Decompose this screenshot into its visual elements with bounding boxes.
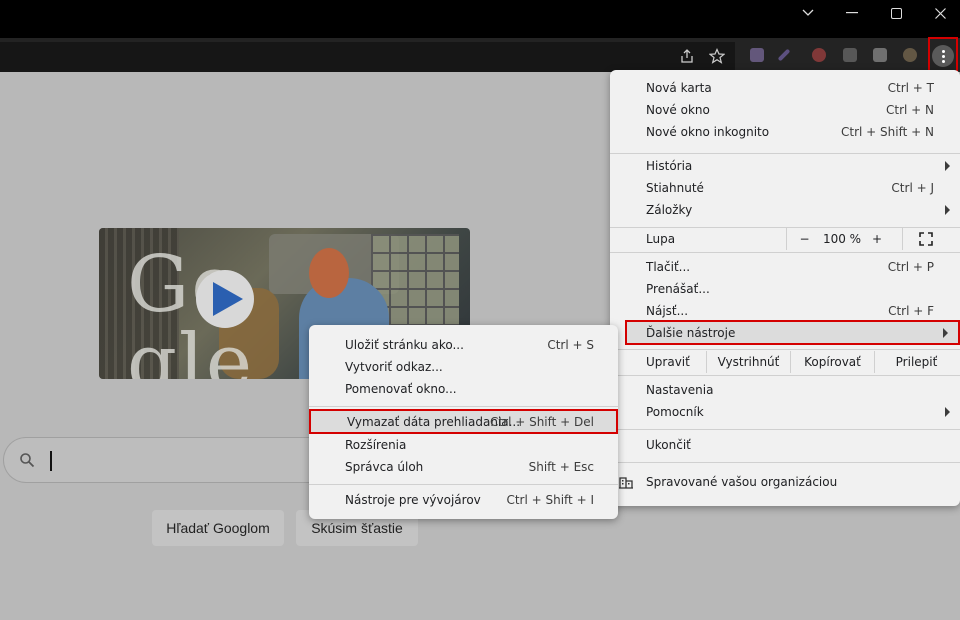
submenu-arrow-icon (943, 328, 948, 338)
extension-icon[interactable] (812, 48, 826, 62)
menu-item-exit[interactable]: Ukončiť (610, 434, 960, 456)
star-icon (709, 48, 725, 64)
extension-icon[interactable] (843, 48, 857, 62)
menu-item-history[interactable]: História (610, 155, 960, 177)
play-button[interactable] (196, 270, 254, 328)
menu-item-print[interactable]: Tlačiť... Ctrl + P (610, 256, 960, 278)
restore-button[interactable] (830, 0, 874, 26)
fullscreen-button[interactable] (902, 228, 948, 250)
menu-item-clear-browsing-data[interactable]: Vymazať dáta prehliadania... Ctrl + Shif… (309, 409, 618, 434)
menu-divider (610, 252, 960, 253)
title-bar (0, 0, 960, 38)
chrome-main-menu: Nová karta Ctrl + T Nové okno Ctrl + N N… (610, 70, 960, 506)
play-icon (213, 282, 243, 316)
edit-label: Upraviť (646, 355, 690, 369)
menu-divider (610, 462, 960, 463)
zoom-label: Lupa (646, 232, 676, 246)
menu-divider (309, 406, 618, 407)
menu-item-task-manager[interactable]: Správca úloh Shift + Esc (309, 456, 618, 478)
browser-toolbar (0, 38, 960, 72)
more-tools-submenu: Uložiť stránku ako... Ctrl + S Vytvoriť … (309, 325, 618, 519)
menu-item-extensions[interactable]: Rozšírenia (309, 434, 618, 456)
bookmark-button[interactable] (707, 46, 727, 66)
close-icon (934, 7, 946, 19)
minimize-button[interactable] (786, 0, 830, 26)
menu-item-find[interactable]: Nájsť... Ctrl + F (610, 300, 960, 322)
chevron-down-icon (802, 9, 814, 16)
menu-item-dev-tools[interactable]: Nástroje pre vývojárov Ctrl + Shift + I (309, 489, 618, 511)
search-input[interactable] (3, 437, 323, 483)
cut-button[interactable]: Vystrihnúť (706, 351, 790, 373)
extension-icon[interactable] (777, 48, 791, 62)
maximize-button[interactable] (874, 0, 918, 26)
menu-divider (309, 484, 618, 485)
zoom-out-button[interactable]: − (786, 228, 822, 250)
address-bar[interactable] (0, 42, 735, 72)
google-search-button[interactable]: Hľadať Googlom (152, 510, 284, 546)
menu-item-help[interactable]: Pomocník (610, 401, 960, 423)
close-button[interactable] (918, 0, 960, 26)
building-icon (619, 477, 633, 489)
menu-item-bookmarks[interactable]: Záložky (610, 199, 960, 221)
menu-item-create-shortcut[interactable]: Vytvoriť odkaz... (309, 356, 618, 378)
menu-item-new-tab[interactable]: Nová karta Ctrl + T (610, 77, 960, 99)
menu-item-new-window[interactable]: Nové okno Ctrl + N (610, 99, 960, 121)
menu-divider (610, 429, 960, 430)
search-icon (20, 453, 35, 468)
menu-divider (610, 375, 960, 376)
menu-item-incognito[interactable]: Nové okno inkognito Ctrl + Shift + N (610, 121, 960, 143)
share-button[interactable] (677, 46, 697, 66)
kebab-menu-icon (932, 45, 954, 67)
menu-divider (610, 349, 960, 350)
fullscreen-icon (918, 232, 933, 246)
extension-icon[interactable] (750, 48, 764, 62)
copy-button[interactable]: Kopírovať (790, 351, 874, 373)
submenu-arrow-icon (945, 407, 950, 417)
zoom-level: 100 % (822, 232, 862, 246)
zoom-in-button[interactable]: + (862, 228, 892, 250)
maximize-icon (890, 7, 902, 19)
zoom-row: Lupa − 100 % + (610, 228, 960, 250)
menu-item-cast[interactable]: Prenášať... (610, 278, 960, 300)
menu-item-settings[interactable]: Nastavenia (610, 379, 960, 401)
paste-button[interactable]: Prilepiť (874, 351, 958, 373)
menu-item-more-tools[interactable]: Ďalšie nástroje (625, 320, 960, 345)
edit-row: Upraviť Vystrihnúť Kopírovať Prilepiť (610, 351, 960, 373)
submenu-arrow-icon (945, 205, 950, 215)
menu-item-save-page[interactable]: Uložiť stránku ako... Ctrl + S (309, 334, 618, 356)
menu-item-name-window[interactable]: Pomenovať okno... (309, 378, 618, 400)
menu-item-downloads[interactable]: Stiahnuté Ctrl + J (610, 177, 960, 199)
profile-avatar[interactable] (903, 48, 917, 62)
managed-by-org[interactable]: Spravované vašou organizáciou (610, 471, 960, 493)
menu-divider (610, 153, 960, 154)
submenu-arrow-icon (945, 161, 950, 171)
share-icon (681, 49, 693, 63)
extension-icon[interactable] (873, 48, 887, 62)
text-cursor (50, 451, 52, 471)
minimize-icon (846, 12, 858, 14)
